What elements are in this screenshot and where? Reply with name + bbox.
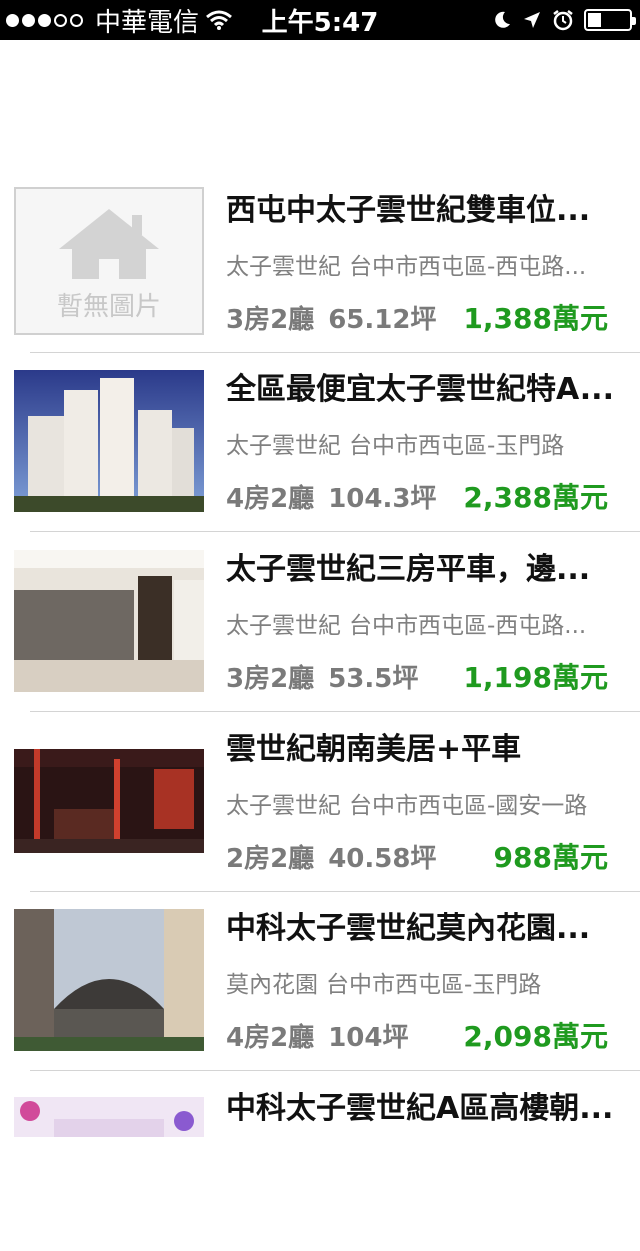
listing-title: 雲世紀朝南美居+平車 [226,732,522,767]
listing-location: 太子雲世紀 台中市西屯區-西屯路... [226,606,586,640]
floor-area: 40.58坪 [328,844,437,874]
community-name: 太子雲世紀 [226,793,341,819]
listing-layout: 2房2廳 40.58坪 [226,838,436,875]
listing-price: 2,098萬元 [463,1020,608,1053]
floor-area: 53.5坪 [328,664,419,694]
signal-dot [22,13,35,27]
listing-location: 莫內花園 台中市西屯區-玉門路 [226,965,541,999]
signal-dot [6,13,19,27]
address: 台中市西屯區-西屯路... [349,613,587,639]
listing-title: 西屯中太子雲世紀雙車位... [226,193,591,228]
address: 台中市西屯區-國安一路 [349,793,588,819]
carrier-name: 中華電信 [95,7,200,38]
alarm-icon [553,10,573,31]
listing-price: 1,198萬元 [463,661,608,694]
listing-title: 全區最便宜太子雲世紀特A... [226,372,614,407]
community-name: 太子雲世紀 [226,613,341,639]
listing-row[interactable]: 暫無圖片 西屯中太子雲世紀雙車位... 太子雲世紀 台中市西屯區-西屯路... 3房2廳… [0,173,640,353]
listing-photo [14,1097,204,1137]
community-name: 莫內花園 [226,972,318,998]
room-layout: 4房2廳 [226,1023,315,1053]
listing-title: 太子雲世紀三房平車，邊... [226,552,591,587]
moon-icon [495,11,510,28]
signal-dot [70,13,83,27]
battery-level [588,13,602,27]
listing-layout: 3房2廳 53.5坪 [226,658,418,695]
status-left: 中華電信 [6,2,233,39]
room-layout: 4房2廳 [226,484,315,514]
room-layout: 3房2廳 [226,664,315,694]
listing-row[interactable]: 中科太子雲世紀莫內花園... 莫內花園 台中市西屯區-玉門路 4房2廳 104坪 2,09… [0,891,640,1071]
listing-location: 太子雲世紀 台中市西屯區-西屯路... [226,247,586,281]
address: 台中市西屯區-玉門路 [349,433,565,459]
signal-dot [38,13,51,27]
room-layout: 2房2廳 [226,844,315,874]
signal-dot [54,13,67,27]
listing-row[interactable]: 雲世紀朝南美居+平車太子雲世紀 台中市西屯區-國安一路 2房2廳 40.58坪 988萬… [0,712,640,892]
wifi-icon [206,10,232,30]
floor-area: 104.3坪 [328,484,437,514]
status-bar: 中華電信 上午5:47 [0,0,640,40]
listing-photo [14,370,204,512]
no-image-placeholder: 暫無圖片 [14,187,204,335]
status-right [492,9,636,31]
community-name: 太子雲世紀 [226,433,341,459]
listing-layout: 4房2廳 104.3坪 [226,478,436,515]
listing-row[interactable]: 中科太子雲世紀A區高樓朝... [0,1071,640,1251]
location-arrow-icon [524,12,540,28]
room-layout: 3房2廳 [226,305,315,335]
address: 台中市西屯區-玉門路 [326,972,542,998]
listing-price: 1,388萬元 [463,302,608,335]
placeholder-label: 暫無圖片 [57,292,161,322]
floor-area: 104坪 [328,1023,409,1053]
listing-photo [14,749,204,853]
listing-layout: 3房2廳 65.12坪 [226,299,436,336]
listing-title: 中科太子雲世紀A區高樓朝... [226,1091,614,1126]
signal-strength-icon [6,13,83,27]
listing-location: 太子雲世紀 台中市西屯區-國安一路 [226,786,587,820]
listing-title: 中科太子雲世紀莫內花園... [226,911,591,946]
listing-photo [14,550,204,692]
community-name: 太子雲世紀 [226,254,341,280]
listing-row[interactable]: 太子雲世紀三房平車，邊... 太子雲世紀 台中市西屯區-西屯路... 3房2廳 53.5… [0,532,640,712]
listing-photo [14,909,204,1051]
listing-price: 988萬元 [493,841,608,874]
floor-area: 65.12坪 [328,305,437,335]
battery-icon [584,9,636,31]
address: 台中市西屯區-西屯路... [349,254,587,280]
listing-price: 2,388萬元 [463,481,608,514]
listing-location: 太子雲世紀 台中市西屯區-玉門路 [226,426,564,460]
listing-layout: 4房2廳 104坪 [226,1017,408,1054]
listing-row[interactable]: 全區最便宜太子雲世紀特A... 太子雲世紀 台中市西屯區-玉門路 4房2廳 104.3坪… [0,352,640,532]
